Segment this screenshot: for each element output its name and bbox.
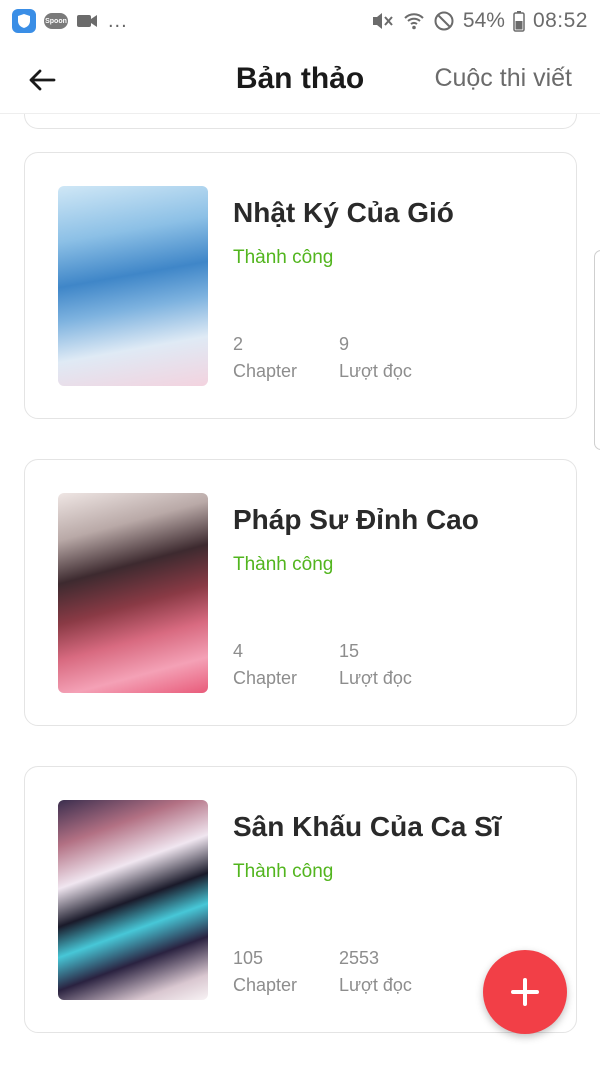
chapter-count: 4 Chapter — [233, 638, 297, 692]
battery-icon — [513, 11, 525, 32]
chapter-count-value: 2 — [233, 334, 244, 354]
spoon-app-icon: Spoon — [44, 13, 68, 29]
wifi-icon — [404, 13, 424, 30]
story-status: Thành công — [233, 247, 334, 268]
writing-contest-link[interactable]: Cuộc thi viết — [434, 64, 572, 93]
battery-percent: 54% — [462, 9, 505, 32]
story-card[interactable]: Pháp Sư Đỉnh Cao Thành công 4 Chapter 15… — [24, 459, 577, 726]
video-camera-icon — [77, 15, 97, 27]
story-cover-image — [58, 493, 208, 693]
story-title: Pháp Sư Đỉnh Cao — [233, 504, 479, 535]
previous-card-edge — [24, 114, 577, 129]
read-count-label: Lượt đọc — [339, 975, 412, 995]
read-count-value: 9 — [339, 334, 350, 354]
read-count-value: 15 — [339, 641, 360, 661]
read-count-label: Lượt đọc — [339, 668, 412, 688]
chapter-count-label: Chapter — [233, 361, 298, 381]
mute-icon — [372, 13, 393, 29]
chapter-count: 105 Chapter — [233, 945, 297, 999]
plus-icon — [511, 978, 539, 1006]
story-status: Thành công — [233, 554, 334, 575]
story-title: Nhật Ký Của Gió — [233, 197, 454, 228]
page-title-text: Bản thảo — [235, 62, 365, 95]
chapter-count-label: Chapter — [233, 975, 298, 995]
app-header: Bản thảo Cuộc thi viết — [0, 42, 600, 114]
clock: 08:52 — [532, 9, 588, 32]
scroll-handle[interactable] — [594, 250, 600, 450]
story-title: Sân Khấu Của Ca Sĩ — [233, 811, 501, 842]
read-count: 9 Lượt đọc — [339, 331, 412, 385]
read-count-value: 2553 — [339, 948, 380, 968]
read-count: 15 Lượt đọc — [339, 638, 412, 692]
system-status: 54% 08:52 — [371, 9, 588, 33]
chapter-count-value: 105 — [233, 948, 264, 968]
story-list: Nhật Ký Của Gió Thành công 2 Chapter 9 L… — [0, 114, 600, 1067]
spoon-label: Spoon — [45, 17, 67, 25]
chapter-count: 2 Chapter — [233, 331, 297, 385]
story-card[interactable]: Nhật Ký Của Gió Thành công 2 Chapter 9 L… — [24, 152, 577, 419]
overflow-notifications: ... — [108, 10, 128, 32]
chapter-count-value: 4 — [233, 641, 244, 661]
story-status: Thành công — [233, 861, 334, 882]
notification-icons: Spoon ... — [12, 9, 128, 33]
status-bar: Spoon ... 54% 08:52 — [0, 0, 600, 42]
shield-icon — [12, 9, 36, 33]
read-count-label: Lượt đọc — [339, 361, 412, 381]
story-cover-image — [58, 800, 208, 1000]
story-cover-image — [58, 186, 208, 386]
chapter-count-label: Chapter — [233, 668, 298, 688]
do-not-disturb-icon — [434, 11, 454, 31]
read-count: 2553 Lượt đọc — [339, 945, 412, 999]
add-story-button[interactable] — [483, 950, 567, 1034]
